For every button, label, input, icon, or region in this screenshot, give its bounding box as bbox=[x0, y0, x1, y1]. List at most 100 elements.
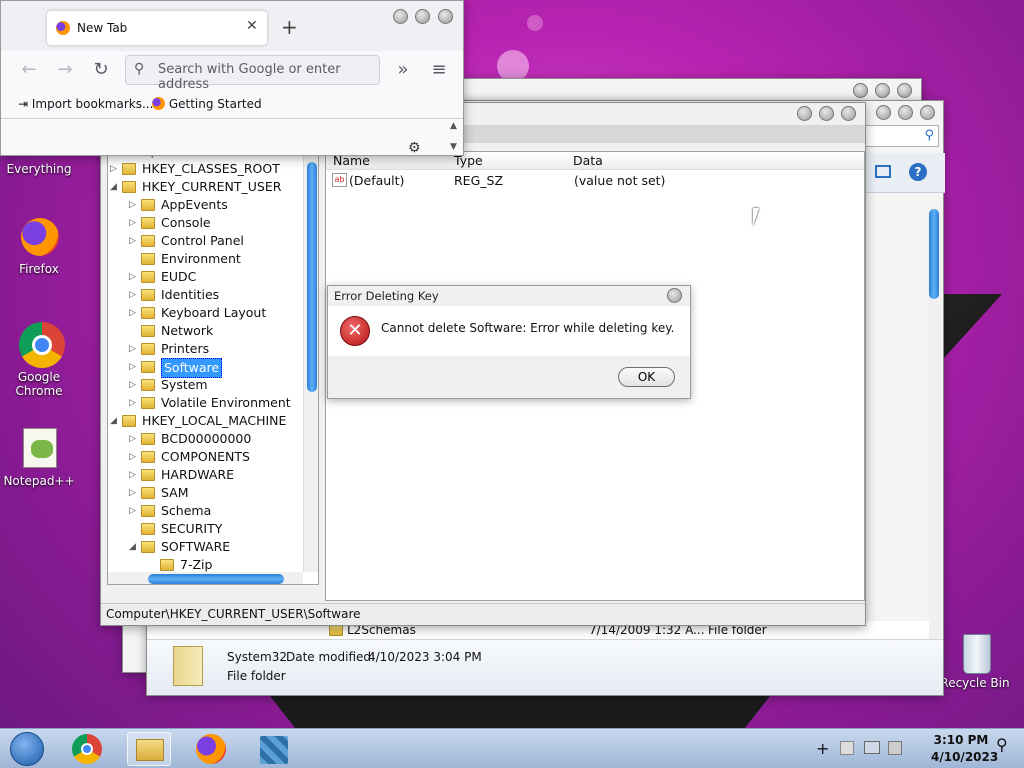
tree-node[interactable]: ◢ HKEY_LOCAL_MACHINE bbox=[108, 412, 302, 430]
desktop-icon-label: Firefox bbox=[19, 262, 59, 276]
maximize-button[interactable] bbox=[875, 83, 890, 98]
tree-node[interactable]: ▷ System bbox=[108, 376, 302, 394]
expand-arrow-icon[interactable]: ▷ bbox=[129, 196, 139, 214]
dialog-close-button[interactable] bbox=[667, 288, 682, 303]
scrollbar-thumb[interactable] bbox=[929, 209, 939, 299]
scroll-up-icon[interactable]: ▲ bbox=[450, 121, 457, 131]
expand-arrow-icon[interactable]: ▷ bbox=[129, 376, 139, 394]
bookmark-getting-started[interactable]: Getting Started bbox=[152, 97, 262, 111]
scrollbar-thumb[interactable] bbox=[148, 574, 284, 584]
scrollbar-thumb[interactable] bbox=[307, 162, 317, 392]
taskbar-file-explorer[interactable] bbox=[127, 732, 171, 766]
expand-arrow-icon[interactable]: ▷ bbox=[110, 160, 120, 178]
minimize-button[interactable] bbox=[797, 106, 812, 121]
bookmark-import[interactable]: ⇥ Import bookmarks... bbox=[18, 97, 153, 111]
new-tab-button[interactable]: + bbox=[281, 15, 298, 39]
tree-node[interactable]: ◢ SOFTWARE bbox=[108, 538, 302, 556]
desktop-icon-notepad-plus-plus[interactable]: Notepad++ bbox=[1, 428, 77, 488]
tree-node[interactable]: ▷ Volatile Environment bbox=[108, 394, 302, 412]
minimize-button[interactable] bbox=[853, 83, 868, 98]
close-button[interactable] bbox=[897, 83, 912, 98]
tab-new-tab[interactable]: New Tab ✕ bbox=[47, 11, 267, 45]
close-button[interactable] bbox=[438, 9, 453, 24]
tree-node[interactable]: Environment bbox=[108, 250, 302, 268]
tree-node[interactable]: SECURITY bbox=[108, 520, 302, 538]
clock-date[interactable]: 4/10/2023 bbox=[931, 750, 998, 764]
back-icon[interactable]: ← bbox=[17, 58, 41, 82]
search-input[interactable]: ⚲ bbox=[865, 125, 939, 147]
column-data[interactable]: Data bbox=[573, 152, 603, 170]
tree-node[interactable]: ▷ HARDWARE bbox=[108, 466, 302, 484]
tree-node[interactable]: ▷ Identities bbox=[108, 286, 302, 304]
value-row[interactable]: ab (Default) REG_SZ (value not set) bbox=[330, 172, 850, 190]
expand-arrow-icon[interactable]: ▷ bbox=[129, 286, 139, 304]
taskbar-firefox[interactable] bbox=[190, 732, 234, 766]
clock-time[interactable]: 3:10 PM bbox=[931, 733, 991, 747]
expand-arrow-icon[interactable]: ▷ bbox=[129, 394, 139, 412]
desktop-icon-recycle-bin[interactable]: Recycle Bin bbox=[937, 630, 1013, 690]
folder-large-icon bbox=[173, 646, 203, 686]
expand-arrow-icon[interactable]: ▷ bbox=[129, 430, 139, 448]
tree-node[interactable]: ▷ Console bbox=[108, 214, 302, 232]
help-icon[interactable]: ? bbox=[909, 163, 927, 181]
expand-arrow-icon[interactable]: ▷ bbox=[129, 448, 139, 466]
tree-node[interactable]: ▷ COMPONENTS bbox=[108, 448, 302, 466]
reload-icon[interactable]: ↻ bbox=[89, 58, 113, 82]
expand-arrow-icon[interactable]: ▷ bbox=[129, 340, 139, 358]
url-bar[interactable]: ⚲ Search with Google or enter address bbox=[125, 55, 380, 92]
desktop-icon-firefox[interactable]: Firefox bbox=[1, 216, 77, 276]
overflow-chevron-icon[interactable]: » bbox=[391, 58, 415, 82]
collapse-arrow-icon[interactable]: ◢ bbox=[110, 178, 120, 196]
close-button[interactable] bbox=[920, 105, 935, 120]
expand-arrow-icon[interactable]: ▷ bbox=[129, 268, 139, 286]
preview-pane-icon[interactable] bbox=[875, 165, 891, 178]
collapse-arrow-icon[interactable]: ◢ bbox=[110, 412, 120, 430]
close-button[interactable] bbox=[841, 106, 856, 121]
network-icon[interactable] bbox=[864, 741, 880, 754]
add-icon[interactable]: + bbox=[816, 739, 829, 758]
tree-node[interactable]: Network bbox=[108, 322, 302, 340]
tree-node[interactable]: ▷ Software bbox=[108, 358, 302, 378]
explorer-scrollbar[interactable] bbox=[927, 207, 941, 639]
maximize-button[interactable] bbox=[415, 9, 430, 24]
forward-icon[interactable]: → bbox=[53, 58, 77, 82]
start-button[interactable] bbox=[6, 732, 50, 766]
desktop-icon-everything[interactable]: Everything bbox=[1, 162, 77, 176]
close-tab-icon[interactable]: ✕ bbox=[246, 18, 258, 34]
collapse-arrow-icon[interactable]: ◢ bbox=[129, 538, 139, 556]
expand-arrow-icon[interactable]: ▷ bbox=[129, 232, 139, 250]
tree-node[interactable]: ▷ HKEY_CLASSES_ROOT bbox=[108, 160, 302, 178]
minimize-button[interactable] bbox=[393, 9, 408, 24]
registry-tree[interactable]: Computer ▷HKEY_CLASSES_ROOT◢HKEY_CURRENT… bbox=[107, 151, 319, 585]
expand-arrow-icon[interactable]: ▷ bbox=[129, 466, 139, 484]
expand-arrow-icon[interactable]: ▷ bbox=[129, 484, 139, 502]
tree-node[interactable]: ▷ SAM bbox=[108, 484, 302, 502]
maximize-button[interactable] bbox=[819, 106, 834, 121]
expand-arrow-icon[interactable]: ▷ bbox=[129, 214, 139, 232]
tree-node[interactable]: ◢ HKEY_CURRENT_USER bbox=[108, 178, 302, 196]
tree-node[interactable]: ▷ Schema bbox=[108, 502, 302, 520]
tree-node[interactable]: ▷ Control Panel bbox=[108, 232, 302, 250]
tree-node[interactable]: ▷ Printers bbox=[108, 340, 302, 358]
expand-arrow-icon[interactable]: ▷ bbox=[129, 304, 139, 322]
menu-icon[interactable]: ≡ bbox=[427, 58, 451, 82]
scroll-down-icon[interactable]: ▼ bbox=[450, 142, 457, 152]
action-center-icon[interactable] bbox=[840, 741, 854, 755]
taskbar-registry-editor[interactable] bbox=[252, 732, 296, 766]
expand-arrow-icon[interactable]: ▷ bbox=[129, 358, 139, 376]
tree-node[interactable]: ▷ BCD00000000 bbox=[108, 430, 302, 448]
search-icon[interactable]: ⚲ bbox=[996, 735, 1008, 754]
minimize-button[interactable] bbox=[876, 105, 891, 120]
tree-node[interactable]: ▷ AppEvents bbox=[108, 196, 302, 214]
desktop-icon-google-chrome[interactable]: Google Chrome bbox=[1, 320, 77, 398]
volume-icon[interactable] bbox=[888, 741, 902, 755]
tree-node[interactable]: ▷ EUDC bbox=[108, 268, 302, 286]
ok-button[interactable]: OK bbox=[618, 367, 675, 387]
tree-node[interactable]: ▷ Keyboard Layout bbox=[108, 304, 302, 322]
expand-arrow-icon[interactable]: ▷ bbox=[129, 502, 139, 520]
taskbar-chrome[interactable] bbox=[66, 732, 110, 766]
gear-icon[interactable]: ⚙ bbox=[408, 140, 421, 156]
tree-hscrollbar[interactable] bbox=[108, 572, 303, 584]
maximize-button[interactable] bbox=[898, 105, 913, 120]
tree-vscrollbar[interactable] bbox=[303, 152, 318, 572]
